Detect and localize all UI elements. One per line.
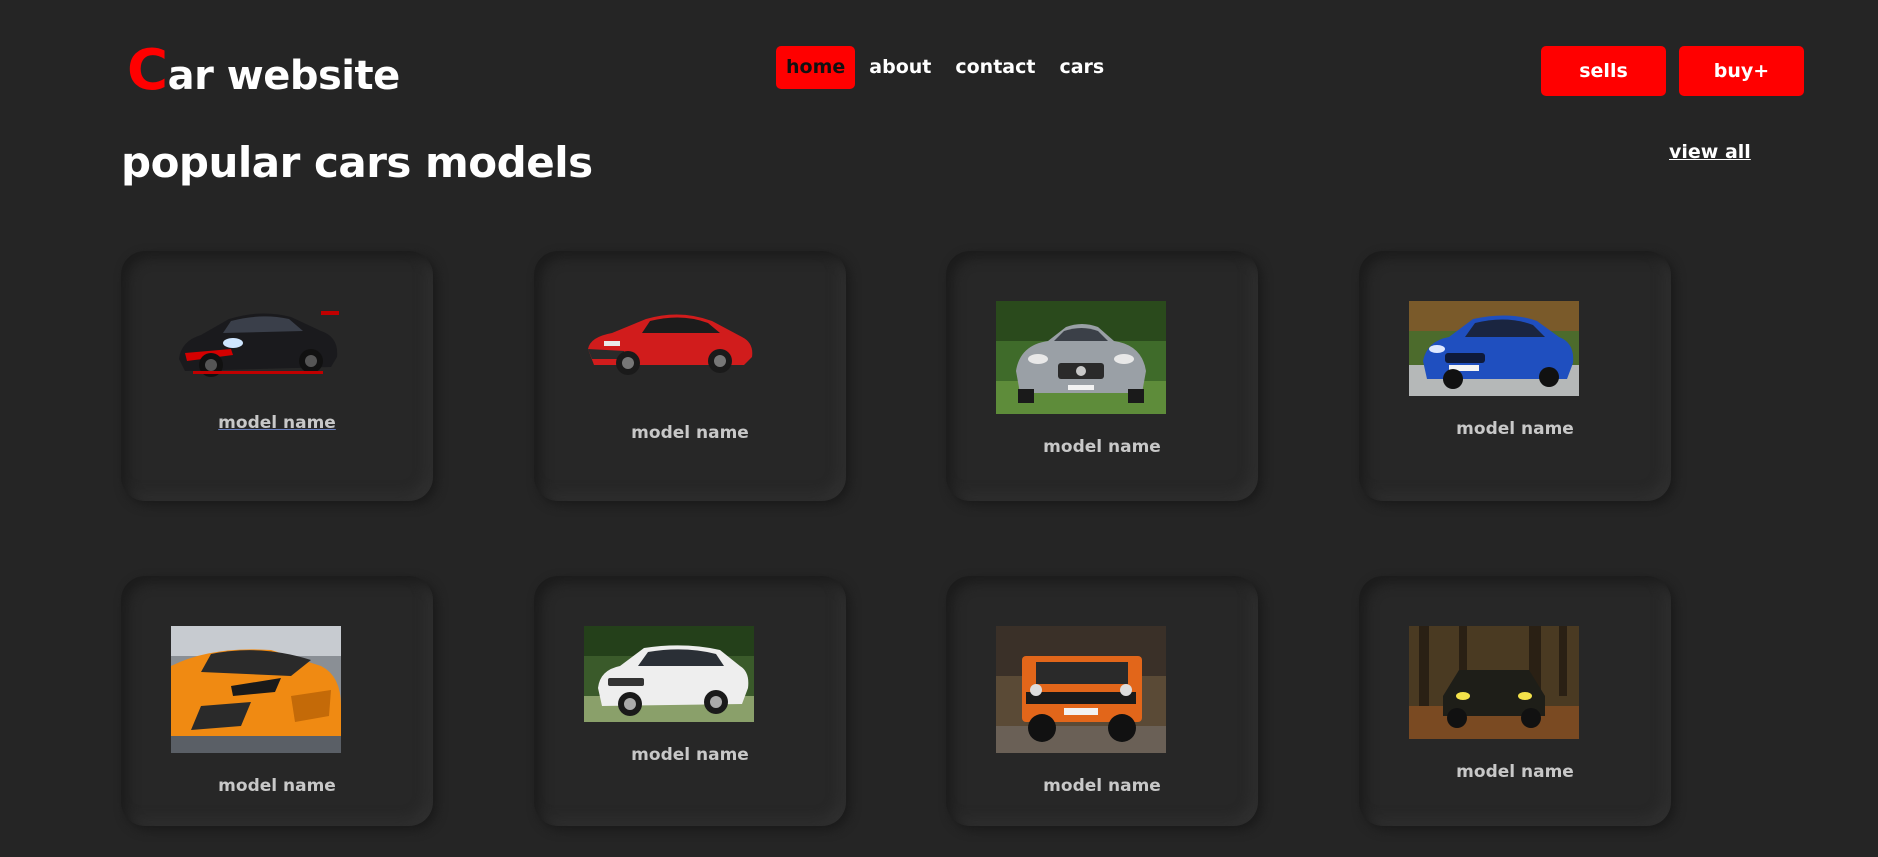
car-card[interactable]: model name <box>1359 251 1671 501</box>
offroad-truck-image <box>1409 626 1579 739</box>
site-logo[interactable]: Car website <box>127 38 400 103</box>
logo-initial: C <box>127 38 168 103</box>
nav-cars[interactable]: cars <box>1049 46 1114 89</box>
view-all-link[interactable]: view all <box>1669 141 1751 163</box>
section-title: popular cars models <box>121 138 593 187</box>
orange-offroad-suv-image <box>996 626 1166 753</box>
car-card[interactable]: model name <box>1359 576 1671 826</box>
buy-button[interactable]: buy+ <box>1679 46 1804 96</box>
nav-contact[interactable]: contact <box>945 46 1045 89</box>
main-nav: home about contact cars <box>776 46 1114 89</box>
car-card[interactable]: model name <box>946 576 1258 826</box>
car-image[interactable] <box>171 626 341 753</box>
model-name: model name <box>1456 419 1574 439</box>
black-sports-car-image <box>179 311 339 377</box>
blue-sedan-image <box>1409 301 1579 396</box>
orange-supercar-image <box>171 626 341 753</box>
logo-text: ar website <box>167 53 401 99</box>
model-name: model name <box>218 776 336 796</box>
car-image[interactable] <box>996 626 1166 753</box>
car-image[interactable] <box>171 301 341 383</box>
page: Car website home about contact cars sell… <box>0 0 1878 857</box>
car-image[interactable] <box>584 301 754 383</box>
model-name-link[interactable]: model name <box>121 413 433 433</box>
car-card[interactable]: model name <box>121 251 433 501</box>
car-image[interactable] <box>1409 301 1579 396</box>
car-image[interactable] <box>1409 626 1579 739</box>
model-name: model name <box>1043 437 1161 457</box>
sells-button[interactable]: sells <box>1541 46 1666 96</box>
red-sports-car-image <box>588 314 753 375</box>
nav-about[interactable]: about <box>859 46 941 89</box>
model-name: model name <box>631 423 749 443</box>
car-card[interactable]: model name <box>946 251 1258 501</box>
car-card[interactable]: model name <box>121 576 433 826</box>
car-card[interactable]: model name <box>534 251 846 501</box>
car-image[interactable] <box>584 626 754 722</box>
model-name: model name <box>1043 776 1161 796</box>
model-name: model name <box>1456 762 1574 782</box>
silver-coupe-image <box>996 301 1166 414</box>
nav-home[interactable]: home <box>776 46 856 89</box>
car-card[interactable]: model name <box>534 576 846 826</box>
model-name: model name <box>631 745 749 765</box>
car-image[interactable] <box>996 301 1166 414</box>
white-suv-image <box>584 626 754 722</box>
